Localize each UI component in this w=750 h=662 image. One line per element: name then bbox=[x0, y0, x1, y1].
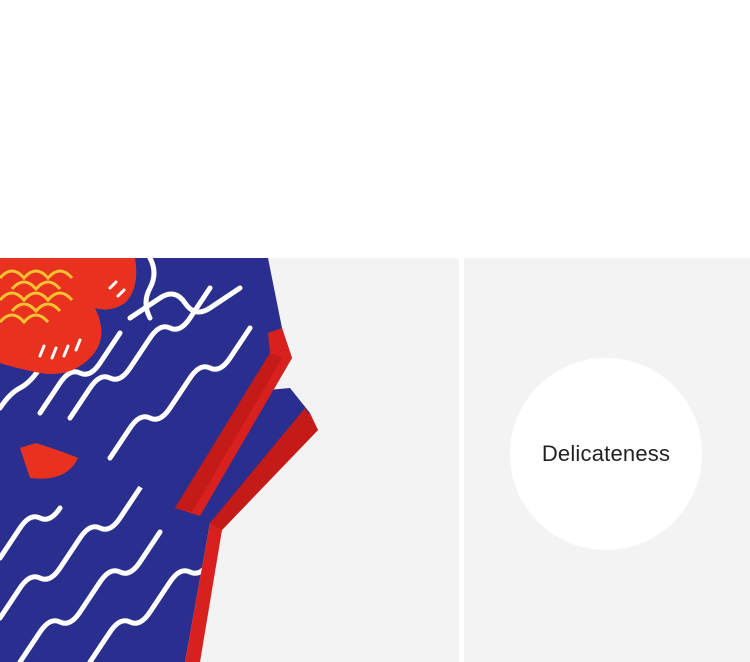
feature-panel: Delicateness bbox=[464, 258, 750, 662]
feature-badge: Delicateness bbox=[510, 358, 702, 550]
product-detail-section: Delicateness bbox=[0, 0, 750, 662]
top-whitespace bbox=[0, 0, 750, 258]
feature-label: Delicateness bbox=[541, 441, 671, 466]
sock-illustration bbox=[0, 258, 318, 662]
sock-detail-photo bbox=[0, 258, 459, 662]
